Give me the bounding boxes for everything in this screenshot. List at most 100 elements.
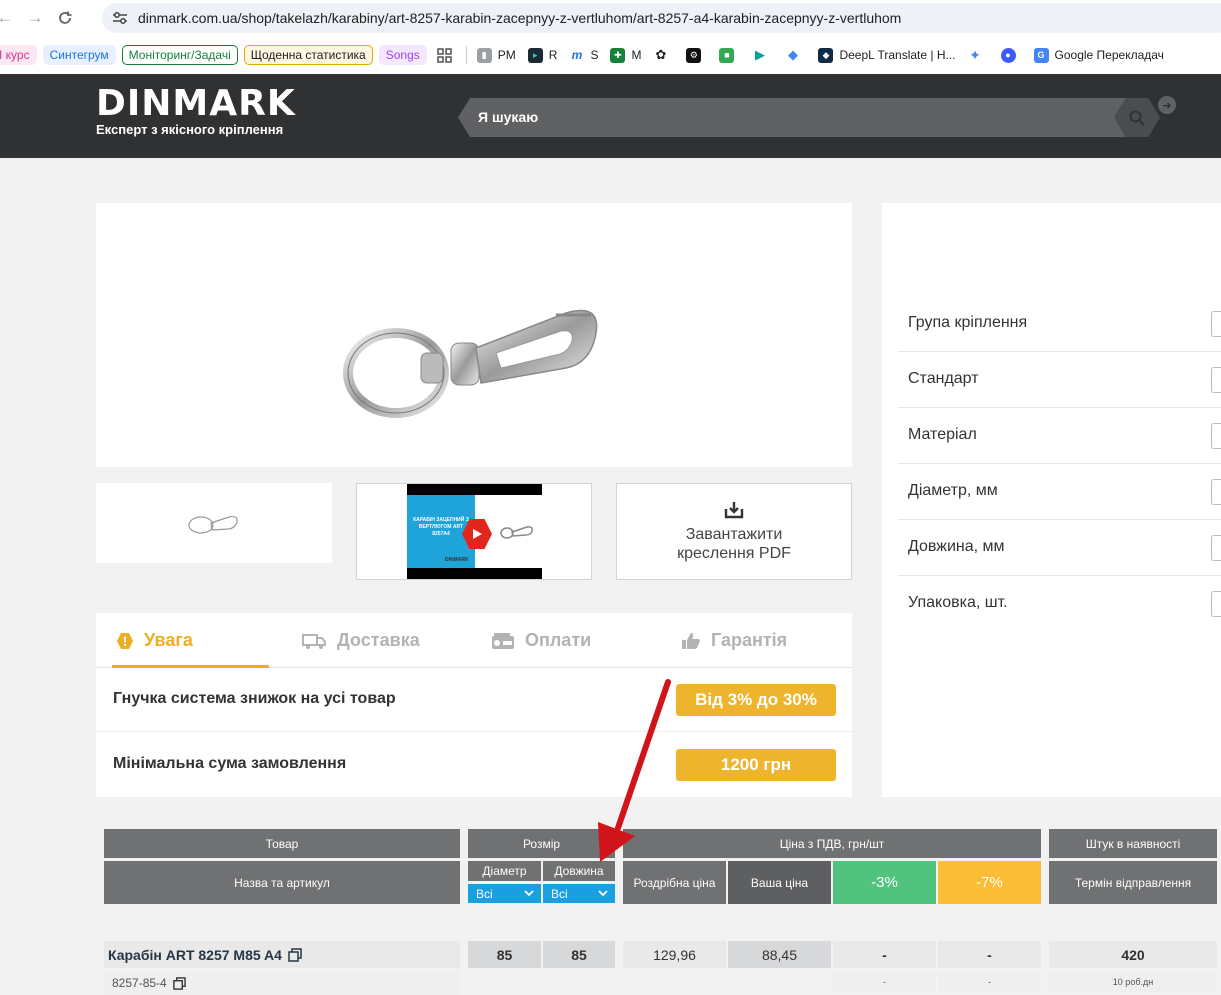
min-order-label: Мінімальна сума замовлення [113,755,347,772]
cell-stock: 420 [1049,941,1217,968]
login-icon[interactable]: ➜ [1158,96,1176,114]
col-header-stock: Штук в наявності [1049,829,1217,858]
diameter-select[interactable]: Всі [468,884,541,903]
forward-icon[interactable]: → [20,3,50,33]
col-header-length: Довжина [543,861,615,881]
product-main-image[interactable] [96,203,852,467]
bookmark-chip[interactable]: Синтегрум [42,45,116,65]
s-icon: m [569,47,585,63]
tab-warning[interactable]: Увага [116,613,193,668]
bookmark-pm[interactable]: ▮ PM [476,47,516,63]
truck-icon [301,632,327,650]
bookmark-m[interactable]: ✚ M [610,47,641,63]
video-thumbnail[interactable]: КАРАБІН ЗАЦЕПНИЙ З ВЕРТЛЮГОМ ART 8257A4 … [356,483,592,580]
search-icon [1129,110,1145,126]
search-bar[interactable]: Я шукаю [458,98,1160,137]
filter-group[interactable]: Група кріплення [898,296,1221,352]
col-header-name-sku: Назва та артикул [104,861,460,904]
reload-icon[interactable] [50,3,80,33]
product-sku: 8257-85-4 [104,971,460,995]
podcast-icon[interactable]: ● [1000,47,1022,63]
chevron-down-icon [598,890,608,897]
cell-your-price: 88,45 [728,941,831,968]
tab-warranty[interactable]: Гарантія [681,613,787,668]
carabiner-thumb-image [188,515,238,534]
col-header-discount-3: -3% [833,861,936,904]
r-icon: ▸ [527,47,543,63]
play-icon[interactable]: ▶ [752,47,773,63]
site-settings-icon[interactable] [102,11,138,25]
copy-icon[interactable] [172,976,186,990]
filter-select[interactable] [1211,535,1221,561]
filter-length[interactable]: Довжина, мм [898,520,1221,576]
bookmark-icon-chat[interactable]: ■ [719,47,740,63]
gem-icon[interactable]: ◆ [785,47,806,63]
bookmark-chip[interactable]: Моніторинг/Задачі [121,45,238,65]
play-icon [473,529,482,539]
discount-info-row: Гнучка система знижок на усі товар Від 3… [96,668,852,732]
filter-select[interactable] [1211,591,1221,617]
download-pdf-button[interactable]: Завантажити креслення PDF [616,483,852,580]
bookmark-icon-black[interactable]: ⚙ [686,47,707,63]
url-text: dinmark.com.ua/shop/takelazh/karabiny/ar… [138,10,902,26]
download-icon [724,501,744,518]
filter-select[interactable] [1211,423,1221,449]
bookmark-chip[interactable]: Щоденна статистика [243,45,373,65]
min-order-info-row: Мінімальна сума замовлення 1200 грн [96,733,852,797]
filter-panel: Група кріплення Стандарт Матеріал Діамет… [882,203,1221,797]
thumbs-up-icon [681,632,701,650]
filter-diameter[interactable]: Діаметр, мм [898,464,1221,520]
discount-label: Гнучка система знижок на усі товар [113,690,396,707]
bookmark-r[interactable]: ▸ R [527,47,557,63]
address-bar[interactable]: dinmark.com.ua/shop/takelazh/karabiny/ar… [102,3,1221,33]
video-brand: DINMARK [445,557,469,563]
col-header-price: Ціна з ПДВ, грн/шт [623,829,1041,858]
length-select[interactable]: Всі [543,884,615,903]
product-name-link[interactable]: Карабін ART 8257 M85 A4 [104,941,460,968]
bookmark-chip[interactable]: I курс [0,45,37,65]
chevron-down-icon [524,890,534,897]
tab-payments[interactable]: Оплати [491,613,591,668]
apps-grid-icon[interactable] [437,47,452,63]
col-header-size: Розмір [468,829,615,858]
bookmarks-separator [465,46,467,64]
carabiner-video-image [500,526,533,539]
m-icon: ✚ [610,47,626,63]
thumbnail-image[interactable] [96,483,332,563]
bookmark-chip[interactable]: Songs [378,45,427,65]
filter-material[interactable]: Матеріал [898,408,1221,464]
deepl-icon: ◆ [818,47,834,63]
filter-select[interactable] [1211,311,1221,337]
pdf-label-line2: креслення PDF [677,544,791,562]
filter-standard[interactable]: Стандарт [898,352,1221,408]
discount-badge: Від 3% до 30% [676,684,836,716]
search-input[interactable] [458,98,1138,137]
cell-discount-7-sub: - [938,971,1041,993]
filter-select[interactable] [1211,367,1221,393]
col-header-diameter: Діаметр [468,861,541,881]
gemini-icon[interactable]: ✦ [967,47,989,63]
min-order-badge: 1200 грн [676,749,836,781]
bookmark-s[interactable]: mS [569,47,598,63]
cell-length: 85 [543,941,615,968]
col-header-discount-7: -7% [938,861,1041,904]
info-panel: Увага Доставка Оплати Гарантія Гнучка си… [96,613,852,797]
col-header-retail: Роздрібна ціна [623,861,726,904]
filter-package[interactable]: Упаковка, шт. [898,576,1221,632]
filter-select[interactable] [1211,479,1221,505]
carabiner-image [343,309,598,418]
copy-icon[interactable] [288,947,302,962]
bookmark-google-translate[interactable]: G Google Перекладач [1033,47,1164,63]
video-preview[interactable]: КАРАБІН ЗАЦЕПНИЙ З ВЕРТЛЮГОМ ART 8257A4 … [407,484,542,579]
tab-delivery[interactable]: Доставка [301,613,420,668]
chatgpt-icon[interactable]: ✿ [653,47,674,63]
back-icon[interactable]: ← [0,3,20,33]
bookmark-deepl[interactable]: ◆ DeepL Translate | H... [818,47,956,63]
info-tabs: Увага Доставка Оплати Гарантія [96,613,852,668]
dinmark-logo[interactable]: DINMARK Експерт з якісного кріплення [96,86,296,138]
logo-tagline: Експерт з якісного кріплення [96,122,284,137]
cell-discount-3-sub: - [833,971,936,993]
warning-icon [116,632,134,650]
cell-retail-price: 129,96 [623,941,726,968]
browser-toolbar: ← → dinmark.com.ua/shop/takelazh/karabin… [0,0,1221,36]
